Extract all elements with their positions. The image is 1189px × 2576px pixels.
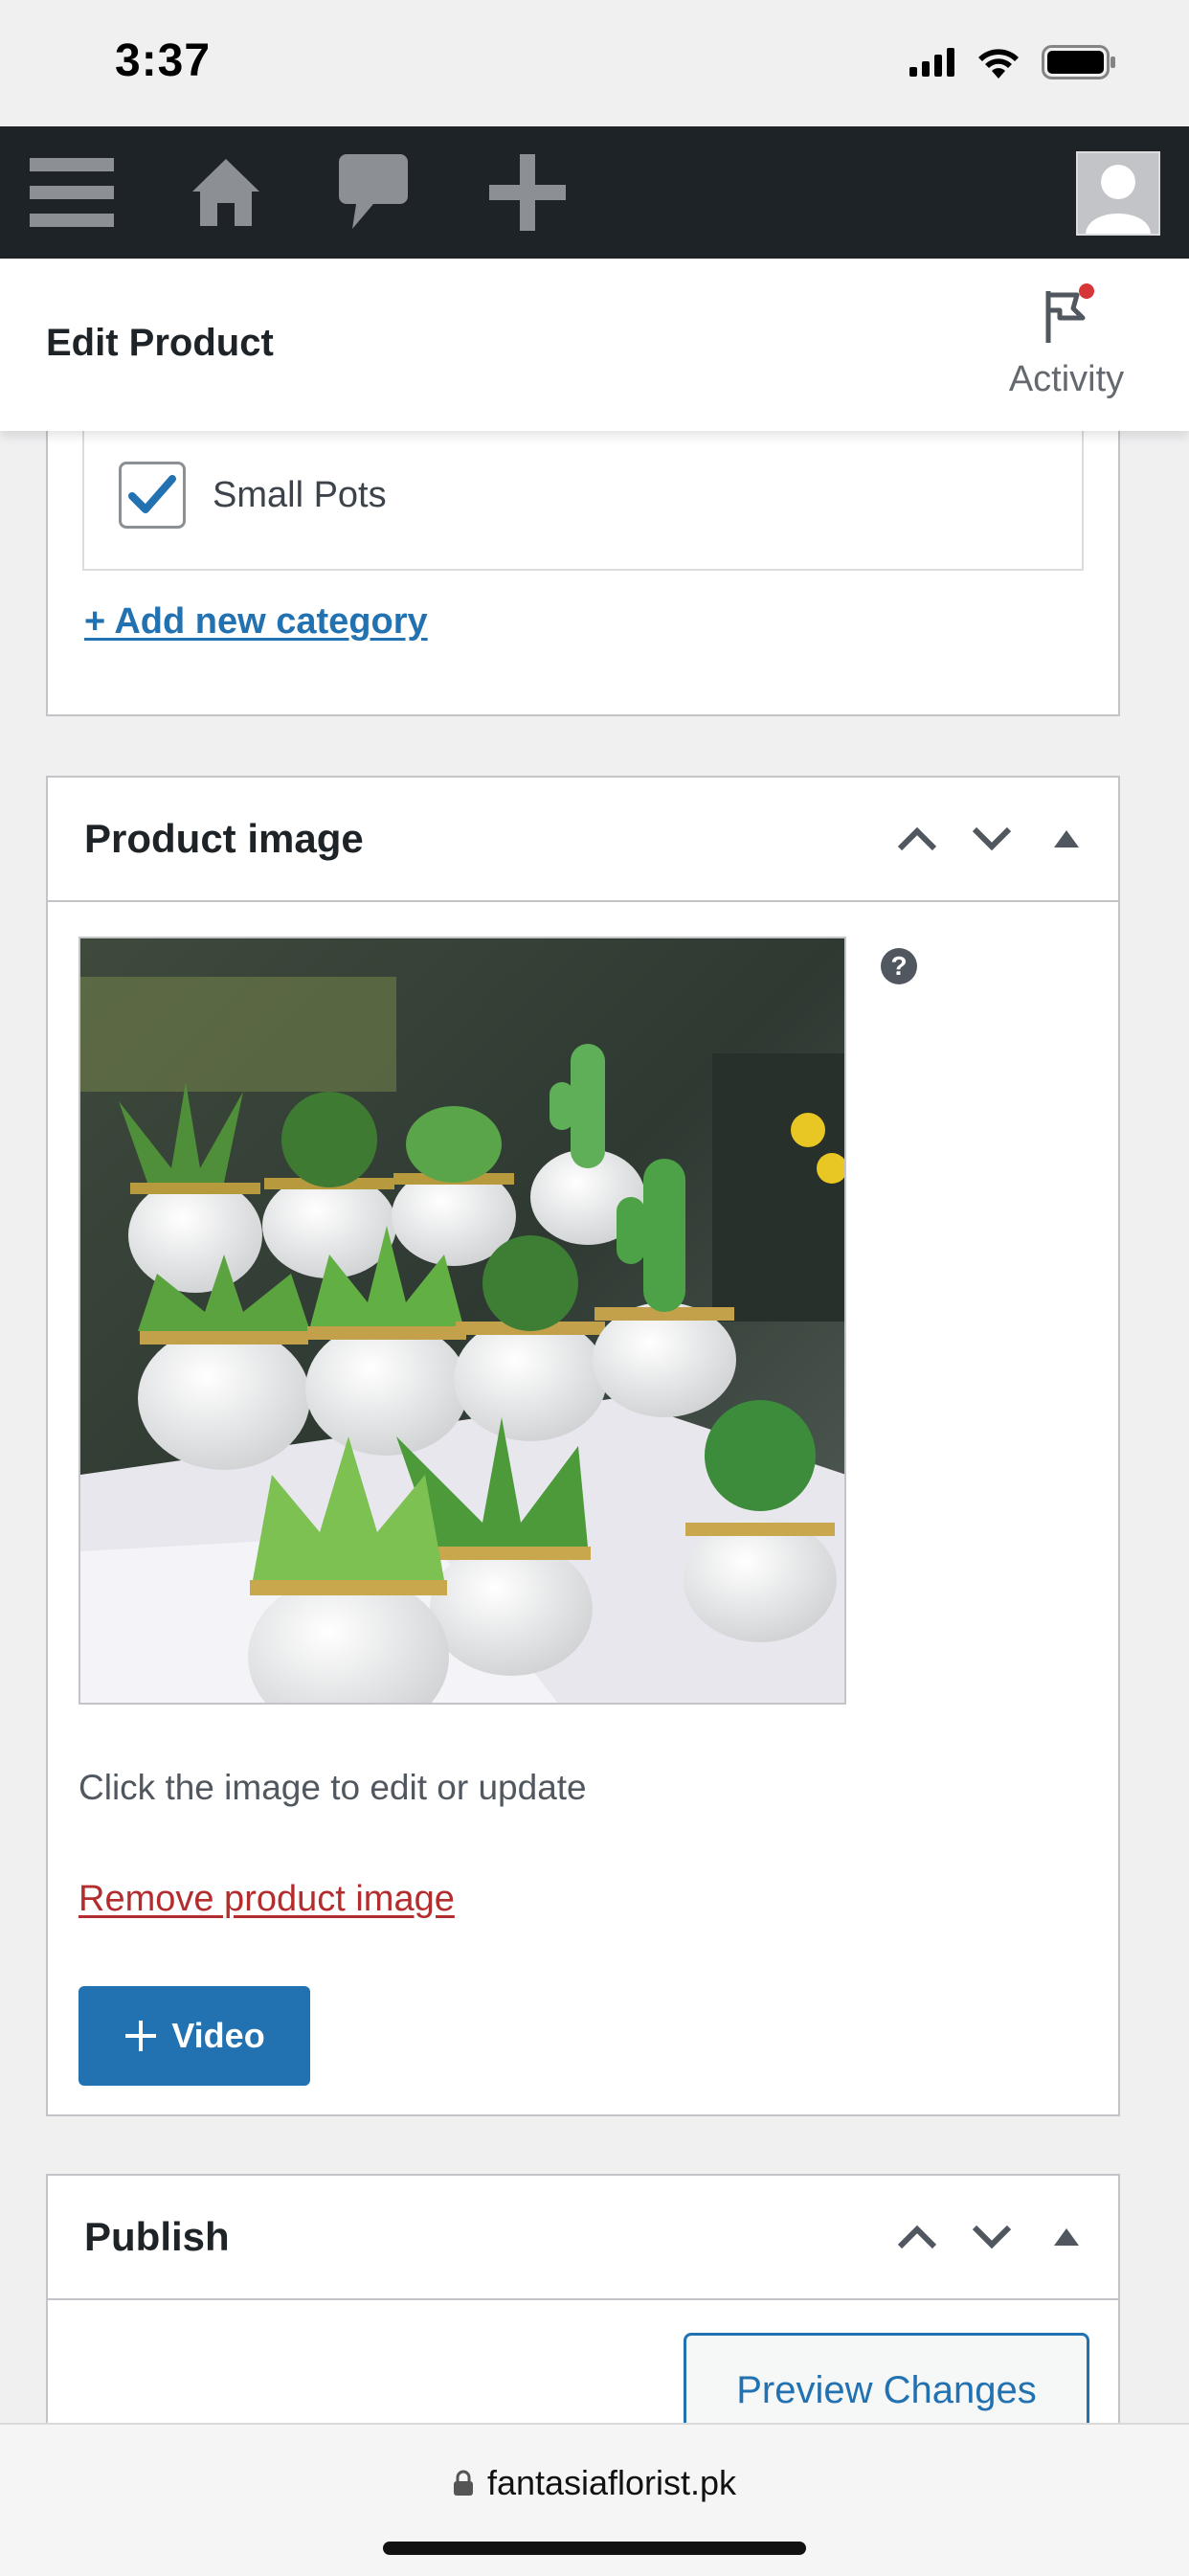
panel-header: Product image: [48, 778, 1118, 902]
comment-icon[interactable]: [337, 126, 410, 259]
remove-product-image-link[interactable]: Remove product image: [79, 1879, 455, 1920]
check-icon: [128, 475, 176, 513]
category-list: Small Pots: [82, 412, 1084, 571]
panel-controls: [894, 2208, 1089, 2266]
wifi-icon: [976, 46, 1021, 83]
edit-product-header: Edit Product Activity: [0, 259, 1189, 431]
battery-icon: [1042, 44, 1116, 84]
move-down-icon[interactable]: [969, 810, 1015, 868]
move-up-icon[interactable]: [894, 810, 940, 868]
admin-bar: [0, 126, 1189, 259]
home-icon[interactable]: [190, 126, 262, 259]
add-new-category-link[interactable]: + Add new category: [84, 601, 428, 643]
panel-title: Product image: [84, 816, 364, 861]
category-label: Small Pots: [213, 474, 387, 515]
help-icon[interactable]: ?: [881, 948, 917, 984]
category-item[interactable]: Small Pots: [119, 462, 387, 529]
move-up-icon[interactable]: [894, 2208, 940, 2266]
category-checkbox[interactable]: [119, 462, 186, 529]
home-indicator: [383, 2542, 806, 2555]
signal-icon: [909, 47, 955, 81]
categories-panel: Small Pots + Add new category: [46, 383, 1120, 716]
activity-button[interactable]: Activity: [971, 282, 1162, 400]
publish-panel: Publish Preview Changes: [46, 2174, 1120, 2461]
video-button-label: Video: [171, 2016, 265, 2055]
move-down-icon[interactable]: [969, 2208, 1015, 2266]
panel-title: Publish: [84, 2214, 230, 2259]
url-domain: fantasiaflorist.pk: [486, 2463, 737, 2502]
avatar-icon[interactable]: [1076, 151, 1160, 236]
plus-icon: [125, 2021, 157, 2051]
collapse-toggle-icon[interactable]: [1043, 810, 1089, 868]
plus-icon[interactable]: [488, 126, 567, 259]
activity-label: Activity: [1008, 359, 1125, 399]
menu-icon[interactable]: [29, 126, 115, 259]
lock-icon: [453, 2470, 473, 2496]
status-icons: [909, 42, 1116, 86]
add-video-button[interactable]: Video: [79, 1986, 310, 2086]
product-image-panel: Product image ? Click the image to edit …: [46, 776, 1120, 2116]
url-display[interactable]: fantasiaflorist.pk: [0, 2463, 1189, 2503]
browser-url-bar[interactable]: fantasiaflorist.pk: [0, 2423, 1189, 2576]
status-bar: 3:37: [0, 0, 1189, 126]
status-time: 3:37: [115, 35, 212, 86]
product-image[interactable]: [79, 937, 846, 1705]
page-title: Edit Product: [46, 322, 274, 364]
collapse-toggle-icon[interactable]: [1043, 2208, 1089, 2266]
image-hint: Click the image to edit or update: [79, 1768, 587, 1807]
flag-icon: [1033, 283, 1100, 352]
panel-header: Publish: [48, 2176, 1118, 2300]
panel-controls: [894, 810, 1089, 868]
